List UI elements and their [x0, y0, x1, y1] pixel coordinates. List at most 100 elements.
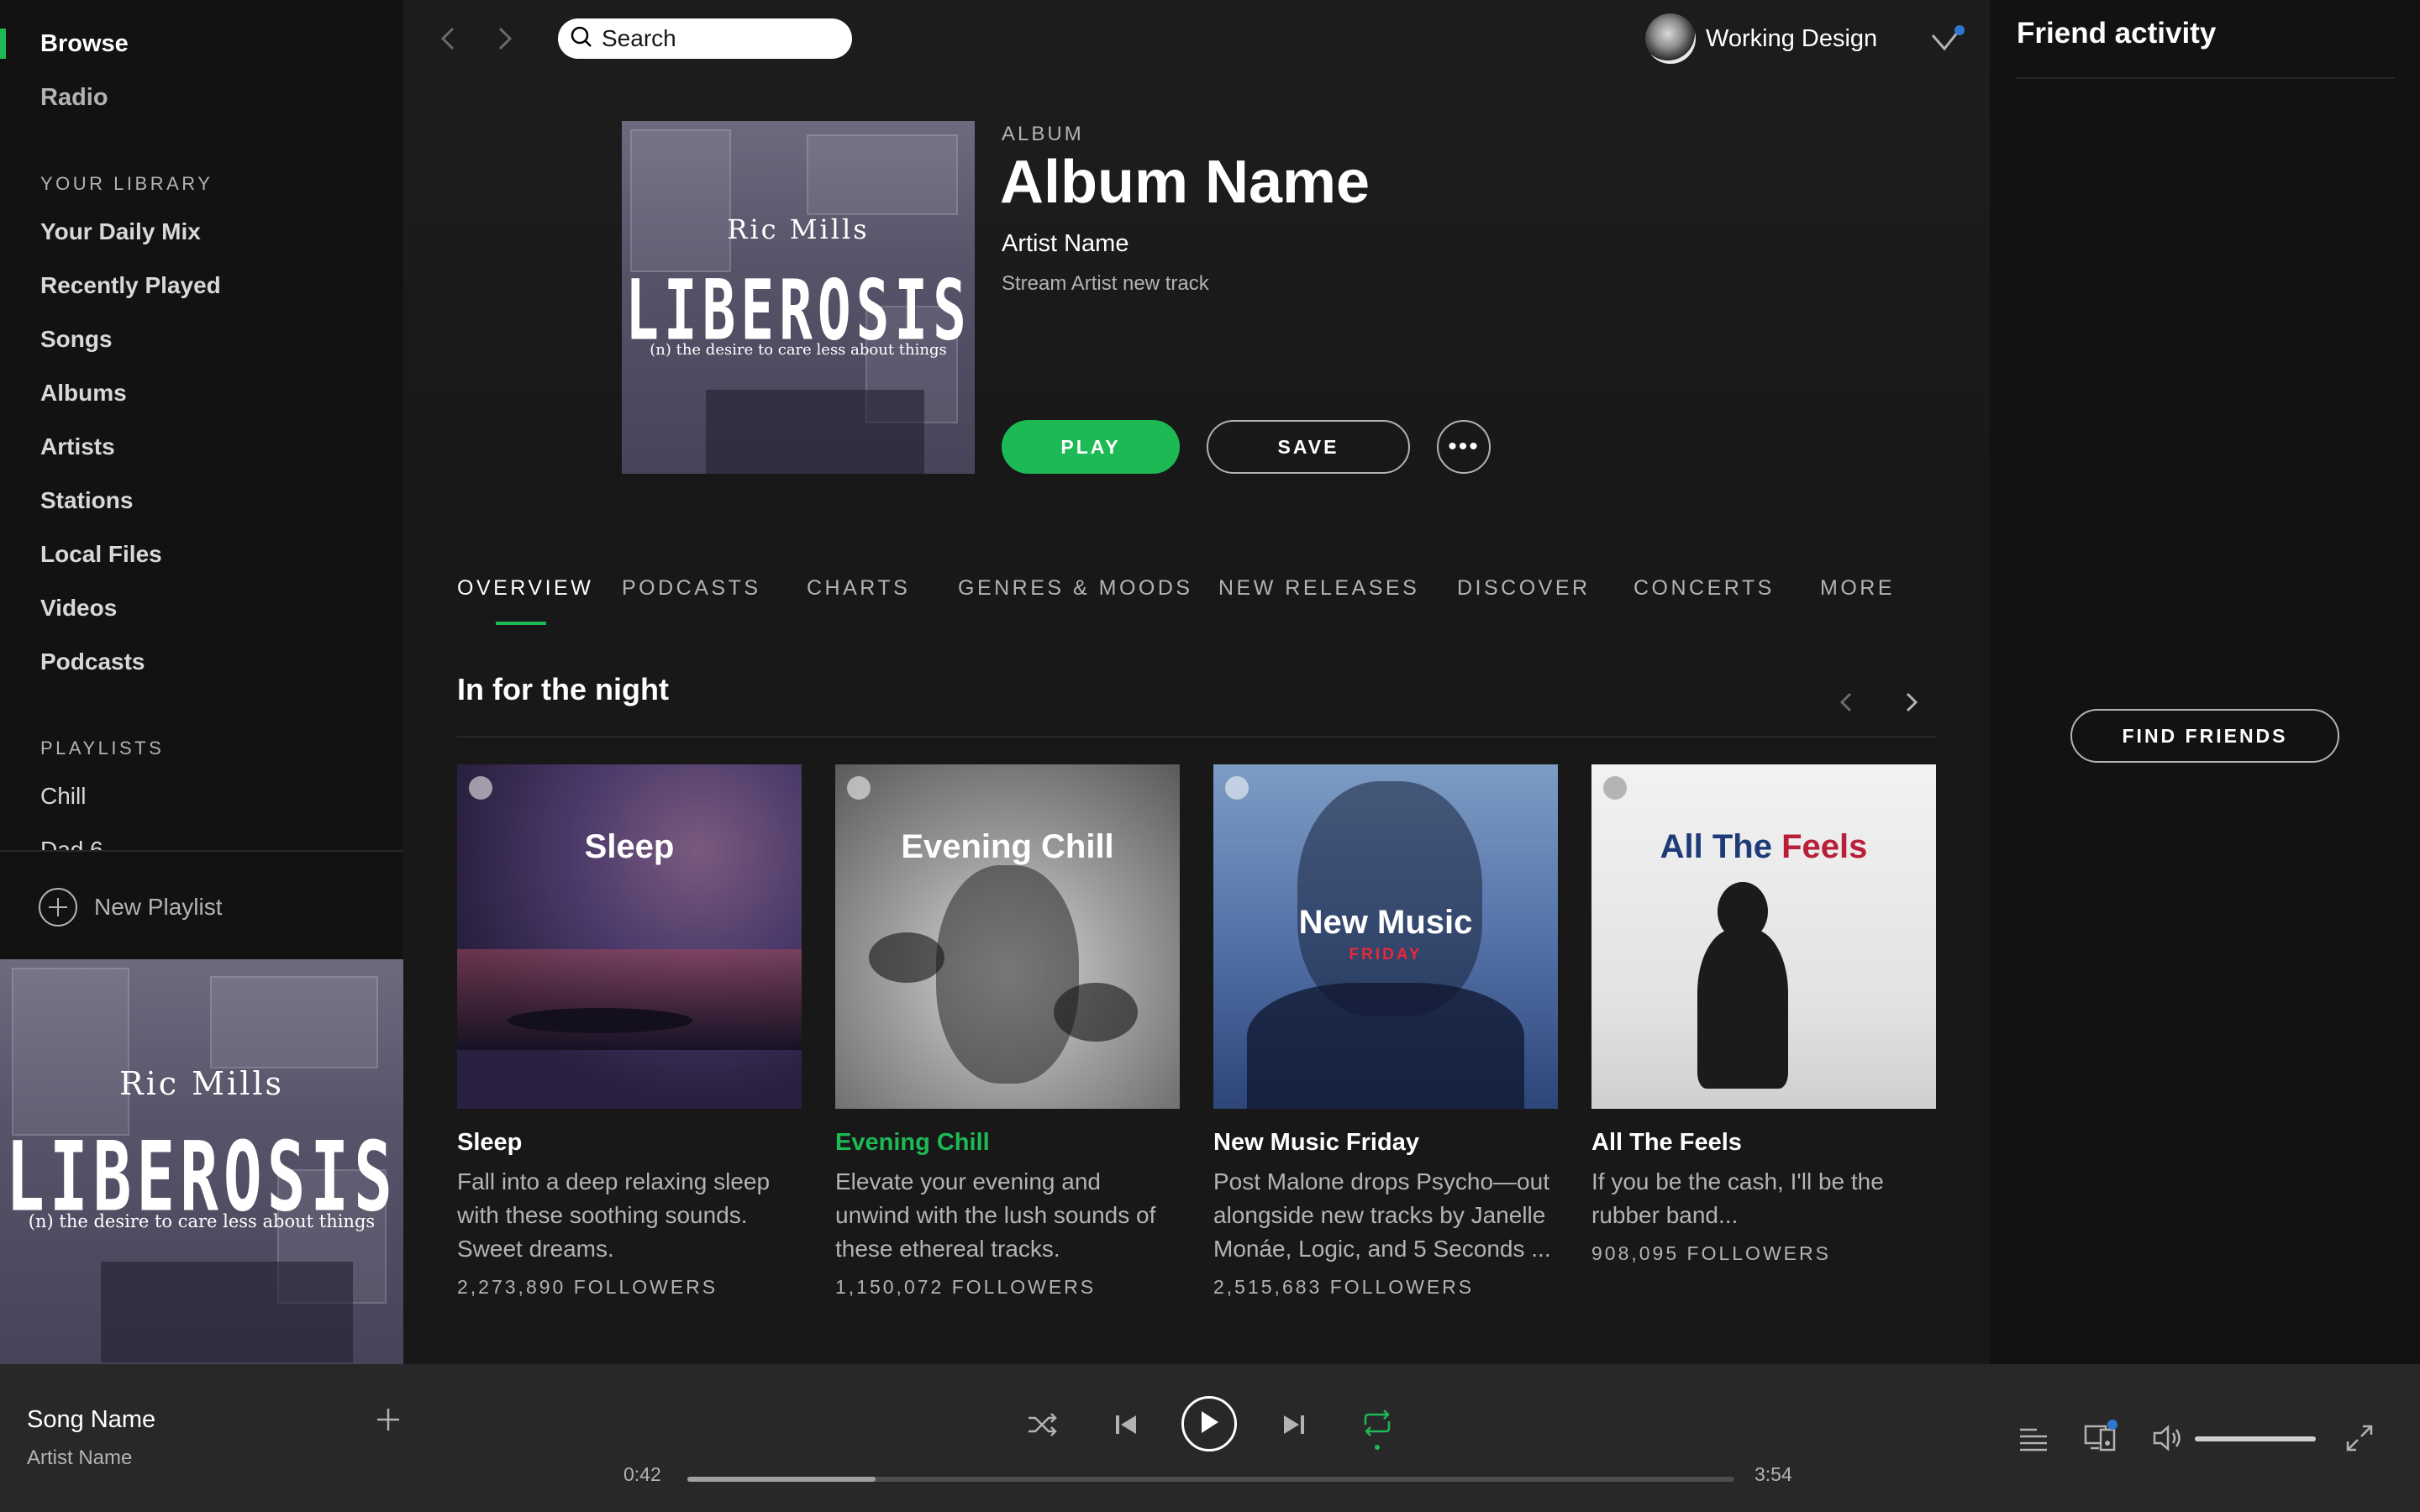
- shelf-next-icon[interactable]: [1896, 687, 1926, 717]
- cover-subtitle-text: FRIDAY: [1349, 946, 1423, 963]
- cover-figure-shape: [936, 865, 1079, 1084]
- tab-discover[interactable]: DISCOVER: [1457, 576, 1591, 601]
- card-description: If you be the cash, I'll be the rubber b…: [1591, 1168, 1884, 1228]
- nav-item-radio[interactable]: Radio: [0, 77, 403, 131]
- player-bar: Song Name Artist Name 0:42 3:54: [0, 1364, 2420, 1512]
- playlist-cover: Sleep: [457, 764, 802, 1109]
- progress-fill: [687, 1477, 876, 1482]
- playlist-item[interactable]: Chill: [0, 774, 403, 828]
- card-description: Post Malone drops Psycho—out alongside n…: [1213, 1168, 1551, 1262]
- chevron-down-icon[interactable]: [1929, 25, 1965, 55]
- cover-title-text: Evening Chill: [901, 828, 1114, 865]
- nav-item-browse[interactable]: Browse: [0, 24, 403, 77]
- card-title[interactable]: All The Feels: [1591, 1129, 1936, 1157]
- search-input[interactable]: [602, 25, 845, 52]
- cover-title-text: New Music: [1298, 904, 1473, 941]
- spotify-icon: [1225, 776, 1249, 800]
- queue-icon[interactable]: [2015, 1420, 2052, 1457]
- find-friends-button[interactable]: FIND FRIENDS: [2070, 709, 2339, 763]
- sidebar-item-stations[interactable]: Stations: [0, 479, 403, 533]
- notification-dot: [1954, 25, 1965, 35]
- tab-concerts[interactable]: CONCERTS: [1634, 576, 1775, 601]
- playlist-card-sleep[interactable]: Sleep Sleep Fall into a deep relaxing sl…: [457, 764, 802, 1299]
- tab-charts[interactable]: CHARTS: [807, 576, 910, 601]
- time-total: 3:54: [1754, 1463, 1792, 1485]
- sidebar-divider: [0, 850, 403, 852]
- playlist-card-all-the-feels[interactable]: All The Feels All The Feels If you be th…: [1591, 764, 1936, 1265]
- more-options-button[interactable]: •••: [1437, 420, 1491, 474]
- cover-shoulders-shape: [1247, 983, 1524, 1109]
- sidebar-item-podcasts[interactable]: Podcasts: [0, 640, 403, 694]
- sidebar-item-recently-played[interactable]: Recently Played: [0, 264, 403, 318]
- sidebar-item-albums[interactable]: Albums: [0, 371, 403, 425]
- playlist-cover: New Music FRIDAY: [1213, 764, 1558, 1109]
- volume-fill: [2195, 1436, 2316, 1441]
- volume-icon[interactable]: [2149, 1420, 2186, 1457]
- primary-nav: Browse Radio: [0, 24, 403, 131]
- tab-overview[interactable]: OVERVIEW: [457, 576, 593, 601]
- album-cover-art[interactable]: Ric Mills LIBEROSIS (n) the desire to ca…: [622, 121, 975, 474]
- now-playing-cover-art[interactable]: Ric Mills LIBEROSIS (n) the desire to ca…: [0, 959, 403, 1364]
- save-button[interactable]: SAVE: [1207, 420, 1410, 474]
- volume-slider[interactable]: [2195, 1436, 2316, 1441]
- cover-piano-shape: [101, 1262, 353, 1362]
- tab-podcasts[interactable]: PODCASTS: [622, 576, 761, 601]
- next-icon[interactable]: [1276, 1406, 1313, 1443]
- new-playlist-label: New Playlist: [94, 894, 223, 920]
- shelf-prev-icon[interactable]: [1832, 687, 1862, 717]
- card-title[interactable]: Sleep: [457, 1129, 802, 1157]
- friend-activity-title: Friend activity: [2017, 17, 2217, 50]
- add-icon[interactable]: [375, 1406, 402, 1433]
- sidebar-item-local-files[interactable]: Local Files: [0, 533, 403, 586]
- friend-activity-panel: Friend activity FIND FRIENDS: [1990, 0, 2420, 1364]
- play-button[interactable]: PLAY: [1002, 420, 1180, 474]
- now-playing-artist[interactable]: Artist Name: [27, 1446, 132, 1470]
- card-description: Fall into a deep relaxing sleep with the…: [457, 1168, 771, 1262]
- cover-building-shape: [210, 976, 378, 1068]
- sidebar-item-songs[interactable]: Songs: [0, 318, 403, 371]
- card-followers: 2,515,683 FOLLOWERS: [1213, 1276, 1475, 1298]
- cover-title-part: All The: [1660, 828, 1772, 865]
- user-menu[interactable]: Working Design: [1645, 12, 1877, 66]
- plus-circle-icon: [39, 888, 77, 927]
- avatar: [1645, 13, 1696, 64]
- top-bar: Working Design: [403, 0, 1990, 79]
- spotify-icon: [847, 776, 871, 800]
- previous-icon[interactable]: [1107, 1406, 1144, 1443]
- sidebar-item-daily-mix[interactable]: Your Daily Mix: [0, 210, 403, 264]
- shelf-title: In for the night: [457, 672, 669, 706]
- time-elapsed: 0:42: [623, 1463, 661, 1485]
- new-playlist-button[interactable]: New Playlist: [39, 887, 222, 927]
- card-followers: 2,273,890 FOLLOWERS: [457, 1276, 718, 1298]
- playlist-item[interactable]: Dad 6: [0, 828, 403, 850]
- playlist-cover: Evening Chill: [835, 764, 1180, 1109]
- repeat-active-dot: [1375, 1445, 1380, 1450]
- progress-bar[interactable]: [687, 1477, 1734, 1482]
- tab-genres-moods[interactable]: GENRES & MOODS: [958, 576, 1193, 601]
- forward-arrow-icon[interactable]: [489, 24, 519, 54]
- sidebar: Browse Radio YOUR LIBRARY Your Daily Mix…: [0, 0, 403, 1364]
- playlist-card-evening-chill[interactable]: Evening Chill Evening Chill Elevate your…: [835, 764, 1180, 1299]
- search-field[interactable]: [558, 18, 852, 59]
- cover-title-text: Sleep: [584, 828, 675, 865]
- card-title[interactable]: New Music Friday: [1213, 1129, 1558, 1157]
- fullscreen-icon[interactable]: [2341, 1420, 2378, 1457]
- playlists-section-title: PLAYLISTS: [40, 738, 165, 759]
- album-artist[interactable]: Artist Name: [1002, 230, 1128, 258]
- back-arrow-icon[interactable]: [434, 24, 464, 54]
- tab-more[interactable]: MORE: [1820, 576, 1895, 601]
- play-pause-button[interactable]: [1181, 1396, 1237, 1452]
- now-playing-song[interactable]: Song Name: [27, 1406, 155, 1434]
- sidebar-item-videos[interactable]: Videos: [0, 586, 403, 640]
- devices-icon[interactable]: [2082, 1418, 2119, 1455]
- device-active-dot: [2107, 1420, 2118, 1430]
- sidebar-item-artists[interactable]: Artists: [0, 425, 403, 479]
- tab-new-releases[interactable]: NEW RELEASES: [1218, 576, 1419, 601]
- shuffle-icon[interactable]: [1023, 1406, 1060, 1443]
- playlist-card-new-music-friday[interactable]: New Music FRIDAY New Music Friday Post M…: [1213, 764, 1558, 1299]
- search-icon: [570, 25, 593, 53]
- cover-figure-shape: [1697, 929, 1788, 1089]
- repeat-icon[interactable]: [1359, 1404, 1396, 1441]
- card-title[interactable]: Evening Chill: [835, 1129, 1180, 1157]
- cover-island-shape: [508, 1008, 692, 1033]
